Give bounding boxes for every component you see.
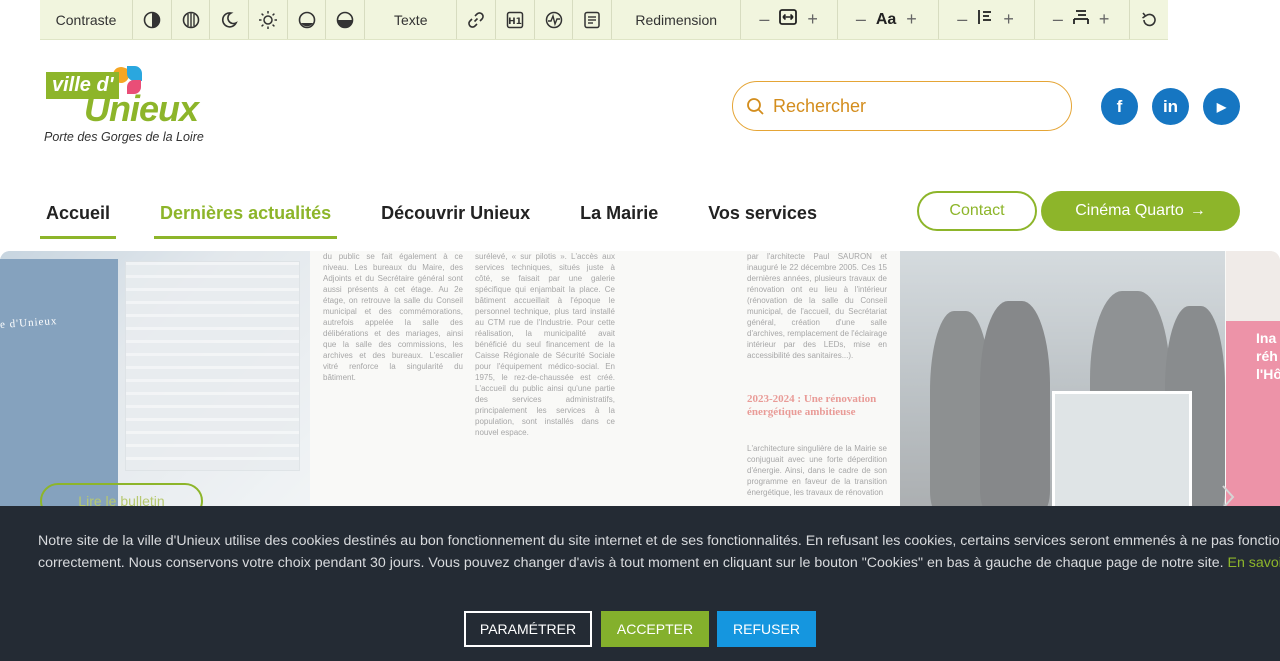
resize-label: Redimension	[612, 0, 742, 39]
reset-icon[interactable]	[1130, 0, 1168, 39]
cookie-message-line-2-wrap: correctement. Nous conservons votre choi…	[38, 552, 1280, 574]
cinema-quarto-label: Cinéma Quarto	[1075, 202, 1184, 219]
zoom-width-icon	[779, 9, 798, 30]
cookie-configure-button[interactable]: PARAMÉTRER	[464, 611, 592, 647]
line-height-increase[interactable]: +	[1003, 9, 1014, 30]
nav-item-accueil[interactable]: Accueil	[40, 190, 117, 239]
heading-highlight-icon[interactable]: H1	[496, 0, 535, 39]
youtube-icon[interactable]: ▶	[1203, 88, 1240, 125]
text-label: Texte	[365, 0, 458, 39]
cookie-message-line-2: correctement. Nous conservons votre choi…	[38, 555, 1224, 571]
cookie-banner: Notre site de la ville d'Unieux utilise …	[0, 506, 1280, 661]
link-highlight-icon[interactable]	[457, 0, 497, 39]
logo-tagline: Porte des Gorges de la Loire	[44, 130, 204, 144]
search-icon[interactable]	[745, 96, 765, 116]
contact-button[interactable]: Contact	[917, 191, 1037, 231]
zoom-width-decrease[interactable]: –	[759, 9, 769, 30]
contrast-stripe-icon[interactable]	[172, 0, 211, 39]
line-height-icon	[977, 9, 993, 30]
cookie-accept-button[interactable]: ACCEPTER	[601, 611, 709, 647]
bulletin-hero: e d'Unieux du public se fait également à…	[0, 251, 1280, 511]
cookie-message: Notre site de la ville d'Unieux utilise …	[38, 530, 1280, 574]
accessibility-toolbar: Contraste Texte H1 Redimension – + – Aa	[40, 0, 1168, 40]
linkedin-icon[interactable]: in	[1152, 88, 1189, 125]
logo-petal-blue	[127, 66, 142, 81]
letter-spacing-increase[interactable]: +	[1099, 9, 1110, 30]
hero-overlay	[0, 251, 1280, 511]
high-saturation-icon[interactable]	[326, 0, 366, 39]
arrow-right-icon: →	[1189, 202, 1206, 219]
low-saturation-icon[interactable]	[288, 0, 327, 39]
font-size-control: – Aa +	[838, 0, 940, 39]
facebook-icon[interactable]: f	[1101, 88, 1138, 125]
contrast-label: Contraste	[40, 0, 133, 39]
letter-spacing-icon	[1072, 9, 1089, 30]
cinema-quarto-button[interactable]: Cinéma Quarto →	[1041, 191, 1240, 231]
nav-item-la-mairie[interactable]: La Mairie	[574, 190, 664, 239]
cookie-more-link[interactable]: En savoir plus	[1228, 555, 1280, 571]
font-size-icon: Aa	[875, 10, 897, 28]
zoom-width-increase[interactable]: +	[807, 9, 818, 30]
contrast-half-icon[interactable]	[133, 0, 172, 39]
logo-name-text: Unieux	[84, 88, 199, 129]
nav-item-vos-services[interactable]: Vos services	[702, 190, 823, 239]
dyslexia-font-icon[interactable]	[535, 0, 574, 39]
font-size-increase[interactable]: +	[906, 9, 917, 30]
font-size-decrease[interactable]: –	[856, 9, 866, 30]
light-mode-icon[interactable]	[249, 0, 288, 39]
site-logo[interactable]: ville d' Unieux Porte des Gorges de la L…	[43, 64, 213, 148]
search-box	[732, 81, 1072, 131]
nav-item-dernieres-actualites[interactable]: Dernières actualités	[154, 190, 338, 239]
letter-spacing-decrease[interactable]: –	[1053, 9, 1063, 30]
line-height-decrease[interactable]: –	[957, 9, 967, 30]
nav-item-decouvrir-unieux[interactable]: Découvrir Unieux	[375, 190, 536, 239]
line-height-control: – +	[939, 0, 1035, 39]
main-nav: Accueil Dernières actualités Découvrir U…	[40, 190, 861, 240]
search-input[interactable]	[773, 95, 1053, 117]
readable-text-icon[interactable]	[573, 0, 613, 39]
cookie-message-line-1: Notre site de la ville d'Unieux utilise …	[38, 533, 1280, 549]
svg-text:H1: H1	[508, 17, 522, 27]
letter-spacing-control: – +	[1035, 0, 1131, 39]
zoom-width-control: – +	[741, 0, 838, 39]
cookie-refuse-button[interactable]: REFUSER	[717, 611, 816, 647]
dark-mode-icon[interactable]	[210, 0, 250, 39]
